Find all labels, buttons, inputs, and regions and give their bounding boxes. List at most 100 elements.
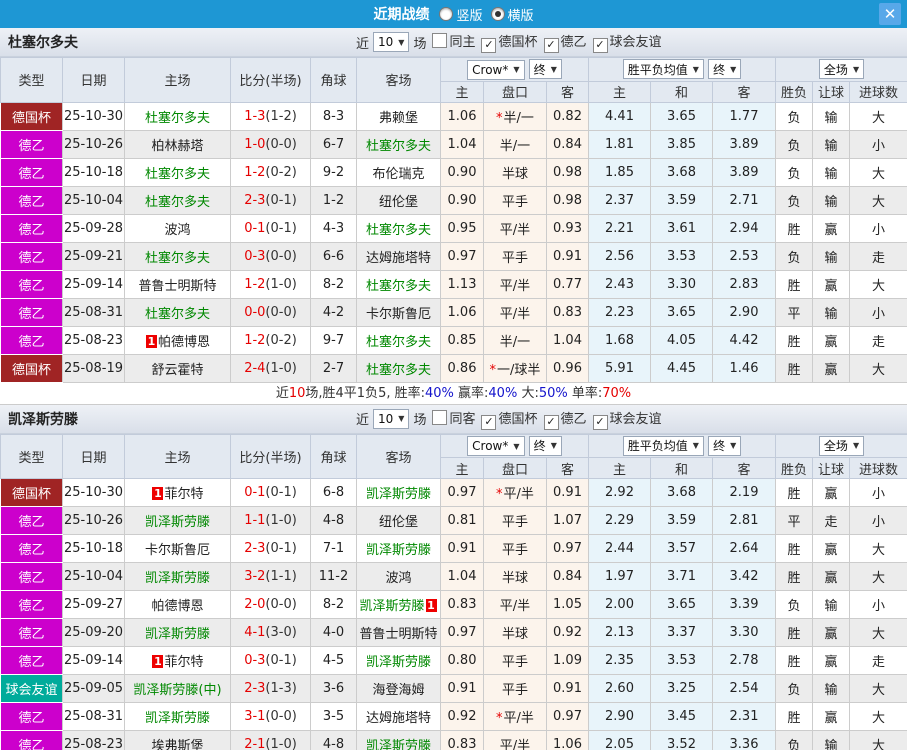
chevron-down-icon: ▼: [398, 414, 405, 423]
filter-checkbox-球会友谊[interactable]: ✓: [592, 38, 608, 53]
filter-checkbox-德国杯[interactable]: ✓: [481, 38, 497, 53]
subcol-home-odds: 主: [440, 80, 484, 103]
halftime-score: (3-0): [265, 625, 297, 640]
halftime-score: (1-3): [265, 681, 297, 696]
handicap: 平手: [483, 185, 547, 215]
match-date: 25-09-28: [62, 213, 125, 243]
fulltime-score: 3-2: [244, 569, 266, 584]
avg-final-select[interactable]: 终 ▼: [708, 435, 742, 456]
home-team: 杜塞尔多夫: [124, 185, 231, 215]
match-date: 25-09-20: [62, 618, 125, 647]
odds-final-select[interactable]: 终 ▼: [528, 435, 562, 456]
chevron-down-icon: ▼: [730, 64, 737, 74]
handicap: *平/半: [483, 478, 547, 507]
fulltime-select[interactable]: 全场 ▼: [818, 435, 865, 456]
avg-odds-select[interactable]: 胜平负均值 ▼: [622, 59, 704, 80]
odds-final-select[interactable]: 终 ▼: [528, 59, 562, 79]
match-date: 25-09-21: [62, 241, 125, 271]
match-date: 25-09-14: [62, 646, 125, 675]
filter-checkbox-同客[interactable]: [432, 409, 448, 425]
avg-draw-odds: 3.25: [650, 674, 714, 703]
match-type: 德乙: [0, 241, 63, 271]
score: 2-3(0-1): [230, 534, 311, 563]
avg-home-odds: 5.91: [588, 353, 652, 383]
summary-text: 40%: [488, 385, 518, 401]
fulltime-score: 1-2: [244, 276, 266, 292]
avg-draw-odds: 3.85: [650, 129, 714, 159]
filter-checkbox-label: 同主: [449, 35, 476, 50]
away-team: 凯泽斯劳滕: [356, 730, 441, 750]
away-team-name: 达姆施塔特: [365, 711, 431, 726]
handicap: 半/一: [483, 129, 547, 159]
score: 2-1(1-0): [230, 730, 311, 750]
score: 1-2(1-0): [230, 269, 311, 299]
halftime-score: (1-0): [265, 737, 297, 750]
chevron-down-icon: ▼: [550, 64, 557, 74]
fulltime-select[interactable]: 全场 ▼: [818, 59, 865, 80]
home-team-name: 菲尔特: [164, 487, 204, 502]
match-count-select[interactable]: 10 ▼: [373, 32, 410, 52]
filter-checkbox-球会友谊[interactable]: ✓: [592, 414, 608, 430]
result-handicap: 赢: [812, 269, 851, 299]
odds-company-select[interactable]: Crow* ▼: [467, 436, 525, 456]
layout-radio-vertical[interactable]: [439, 7, 454, 21]
corners: 3-5: [310, 702, 357, 731]
handicap: *半/一: [483, 101, 547, 131]
match-row: 德乙 25-10-26 柏林赫塔 1-0(0-0) 6-7 杜塞尔多夫 1.04 半/一 0.8…: [0, 129, 907, 159]
handicap: 平/半: [483, 213, 547, 243]
changed-handicap-star: *: [496, 110, 503, 126]
home-odds: 0.95: [440, 213, 484, 243]
odds-company-select[interactable]: Crow* ▼: [467, 59, 525, 80]
away-odds: 0.91: [545, 674, 590, 703]
away-odds: 0.98: [545, 185, 590, 215]
filter-checkbox-德国杯[interactable]: ✓: [481, 414, 497, 430]
match-type: 德乙: [0, 730, 63, 750]
avg-away-odds: 1.46: [712, 353, 777, 383]
chevron-down-icon: ▼: [513, 441, 520, 451]
col-header-date: 日期: [62, 433, 125, 479]
match-count-select[interactable]: 10 ▼: [373, 408, 410, 429]
avg-home-odds: 2.35: [588, 646, 652, 675]
result-goals: 大: [849, 562, 907, 591]
away-odds: 1.09: [545, 646, 590, 675]
avg-home-odds: 2.05: [588, 730, 652, 750]
home-odds: 0.80: [440, 646, 484, 675]
score: 0-1(0-1): [230, 478, 311, 507]
match-type: 德乙: [0, 590, 63, 619]
halftime-score: (0-0): [265, 597, 297, 612]
avg-away-odds: 2.78: [712, 646, 777, 675]
score: 1-1(1-0): [230, 506, 311, 535]
avg-draw-odds: 4.45: [650, 353, 714, 383]
avg-home-odds: 2.90: [588, 702, 652, 731]
filter-checkbox-同主[interactable]: [432, 33, 448, 48]
result-goals: 大: [849, 702, 907, 731]
avg-home-odds: 2.23: [588, 297, 652, 327]
result-outcome: 胜: [775, 325, 814, 355]
match-date: 25-10-04: [62, 562, 125, 591]
home-odds: 0.92: [440, 702, 484, 731]
filter-checkbox-德乙[interactable]: ✓: [543, 38, 559, 53]
result-goals: 小: [849, 213, 907, 243]
avg-home-odds: 1.97: [588, 562, 652, 591]
result-outcome: 负: [775, 241, 814, 271]
home-odds: 0.81: [440, 506, 484, 535]
team-section: 凯泽斯劳滕 近 10 ▼ 场 同客 ✓ 德国杯 ✓ 德乙 ✓ 球会友谊 类型 日期 主场: [0, 404, 907, 750]
subcol-avg-draw: 和: [650, 457, 714, 479]
avg-draw-odds: 3.65: [650, 590, 714, 619]
match-type: 德国杯: [0, 478, 63, 507]
subcol-handicap: 盘口: [483, 457, 547, 479]
subcol-away-odds: 客: [545, 457, 590, 479]
match-type: 德乙: [0, 157, 63, 187]
avg-away-odds: 3.89: [712, 157, 777, 187]
fulltime-score: 1-2: [244, 164, 266, 180]
avg-final-select[interactable]: 终 ▼: [708, 59, 742, 80]
layout-radio-horizontal[interactable]: [490, 7, 505, 21]
away-team-name: 达姆施塔特: [365, 250, 431, 266]
close-icon[interactable]: ✕: [879, 3, 901, 25]
filter-checkbox-德乙[interactable]: ✓: [543, 414, 559, 430]
halftime-score: (0-0): [265, 248, 297, 264]
avg-odds-select[interactable]: 胜平负均值 ▼: [622, 435, 704, 456]
home-team: 凯泽斯劳滕: [124, 702, 231, 731]
filter-checkbox-group: 同主 ✓ 德国杯 ✓ 德乙 ✓ 球会友谊: [426, 31, 662, 53]
match-row: 德乙 25-08-23 1 帕德博恩 1-2(0-2) 9-7 杜塞尔多夫 0.85 半/一 1.…: [0, 325, 907, 355]
